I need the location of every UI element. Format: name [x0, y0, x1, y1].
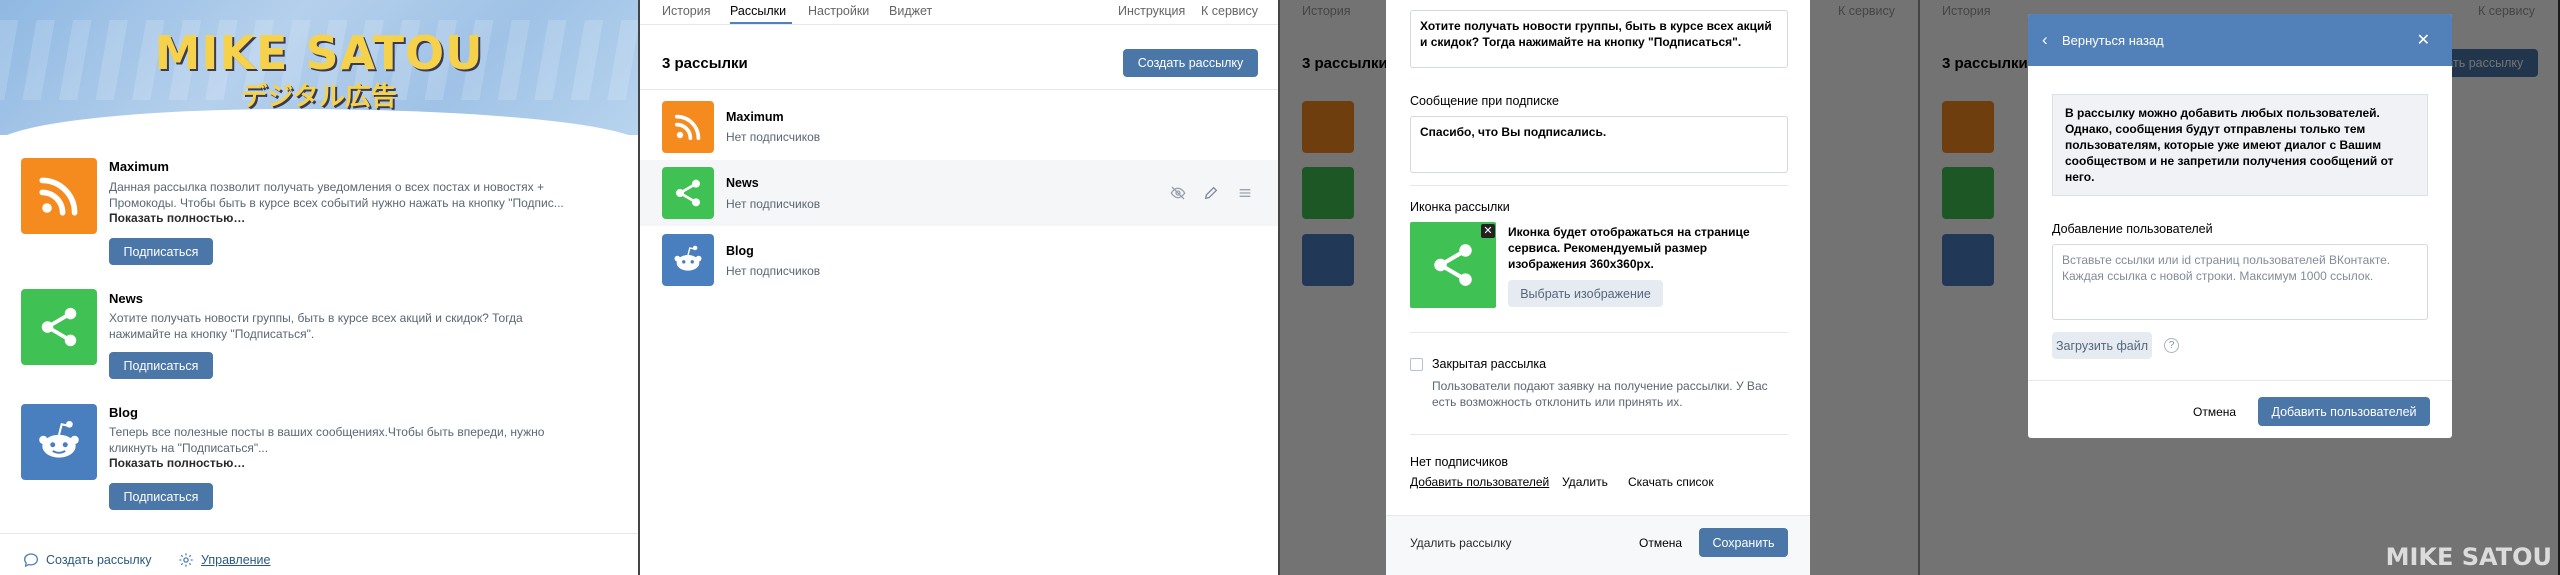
- list-desc: Данная рассылка позволит получать уведом…: [109, 180, 544, 194]
- show-more-link[interactable]: Показать полностью…: [109, 211, 245, 225]
- delete-link[interactable]: Удалить: [1562, 475, 1608, 489]
- remove-icon[interactable]: ✕: [1481, 224, 1495, 238]
- icon-label: Иконка рассылки: [1410, 200, 1510, 214]
- rss-icon: [662, 101, 714, 153]
- add-users-modal: ‹ Вернуться назад ✕ В рассылку можно доб…: [2028, 14, 2452, 438]
- tab-lists[interactable]: Рассылки: [730, 4, 786, 18]
- description-field[interactable]: Хотите получать новости группы, быть в к…: [1410, 10, 1788, 68]
- message-icon: [23, 553, 39, 568]
- list-desc: нажимайте на кнопку "Подписаться".: [109, 327, 315, 341]
- subscribe-button[interactable]: Подписаться: [109, 238, 213, 265]
- list-desc: кликнуть на "Подписаться"...: [109, 441, 269, 455]
- reddit-icon: [662, 234, 714, 286]
- banner-subtitle: デジタル広告: [241, 82, 397, 112]
- message-field[interactable]: Спасибо, что Вы подписались.: [1410, 116, 1788, 173]
- subs-status: Нет подписчиков: [1410, 455, 1509, 469]
- subscriber-count: Нет подписчиков: [726, 197, 821, 211]
- watermark-logo: MIKE SATOU: [2385, 543, 2552, 571]
- list-title[interactable]: News: [726, 176, 759, 190]
- add-users-label: Добавление пользователей: [2052, 222, 2213, 236]
- list-title: Maximum: [109, 159, 169, 174]
- back-arrow-icon[interactable]: ‹: [2042, 31, 2048, 48]
- create-list-link[interactable]: Создать рассылку: [23, 552, 152, 568]
- rss-icon: [21, 158, 97, 234]
- add-users-link[interactable]: Добавить пользователей: [1410, 475, 1549, 489]
- reddit-icon: [21, 404, 97, 480]
- subscriber-count: Нет подписчиков: [726, 264, 821, 278]
- add-users-panel: История К сервису 3 рассылки Создать рас…: [1920, 0, 2558, 575]
- create-list-label: Создать рассылку: [46, 553, 152, 567]
- edit-icon[interactable]: [1203, 185, 1219, 201]
- list-title[interactable]: Maximum: [726, 110, 784, 124]
- gear-icon: [179, 553, 193, 567]
- list-desc: Промокоды. Чтобы быть в курсе всех событ…: [109, 196, 564, 210]
- download-list-link[interactable]: Скачать список: [1628, 475, 1714, 489]
- banner-title: MIKE SATOU: [154, 26, 484, 80]
- show-more-link[interactable]: Показать полностью…: [109, 456, 245, 470]
- banner-image: MIKE SATOU デジタル広告: [0, 0, 638, 135]
- cancel-button[interactable]: Отмена: [2193, 405, 2236, 419]
- tab-widget[interactable]: Виджет: [889, 4, 932, 18]
- list-title: Blog: [109, 405, 138, 420]
- closed-hint: Пользователи подают заявку на получение …: [1432, 379, 1768, 409]
- edit-modal: Хотите получать новости группы, быть в к…: [1386, 0, 1810, 575]
- info-box: В рассылку можно добавить любых пользова…: [2052, 94, 2428, 196]
- hide-icon[interactable]: [1170, 185, 1186, 201]
- tab-history[interactable]: История: [662, 4, 710, 18]
- delete-list-link[interactable]: Удалить рассылку: [1410, 536, 1512, 550]
- help-icon[interactable]: ?: [2164, 338, 2179, 353]
- instruction-link[interactable]: Инструкция: [1118, 4, 1185, 18]
- close-icon[interactable]: ✕: [2417, 30, 2430, 50]
- share-icon: [662, 167, 714, 219]
- tab-settings[interactable]: Настройки: [808, 4, 869, 18]
- back-link[interactable]: Вернуться назад: [2062, 33, 2164, 48]
- closed-label: Закрытая рассылка: [1432, 357, 1547, 371]
- users-textarea[interactable]: Вставьте ссылки или id страниц пользоват…: [2052, 244, 2428, 320]
- icon-hint: Иконка будет отображаться на странице се…: [1508, 225, 1750, 271]
- list-title[interactable]: Blog: [726, 244, 754, 258]
- save-button[interactable]: Сохранить: [1699, 528, 1788, 557]
- manage-link[interactable]: Управление: [178, 552, 271, 568]
- manage-label: Управление: [201, 553, 271, 567]
- share-icon: [21, 289, 97, 365]
- closed-checkbox[interactable]: [1410, 358, 1423, 371]
- widget-panel: MIKE SATOU デジタル広告 Maximum Данная рассылк…: [0, 0, 638, 575]
- list-count: 3 рассылки: [662, 55, 748, 72]
- edit-panel: История К сервису 3 рассылки Хотите полу…: [1280, 0, 1918, 575]
- add-users-button[interactable]: Добавить пользователей: [2258, 397, 2430, 426]
- cancel-button[interactable]: Отмена: [1639, 536, 1682, 550]
- drag-handle-icon[interactable]: [1237, 185, 1253, 201]
- message-label: Сообщение при подписке: [1410, 94, 1559, 108]
- list-title: News: [109, 291, 143, 306]
- subscriber-count: Нет подписчиков: [726, 130, 821, 144]
- list-desc: Хотите получать новости группы, быть в к…: [109, 311, 523, 325]
- subscribe-button[interactable]: Подписаться: [109, 352, 213, 379]
- upload-file-button[interactable]: Загрузить файл: [2052, 332, 2152, 359]
- admin-panel: История Рассылки Настройки Виджет Инстру…: [640, 0, 1278, 575]
- choose-image-button[interactable]: Выбрать изображение: [1508, 280, 1663, 307]
- list-desc: Теперь все полезные посты в ваших сообще…: [109, 425, 545, 439]
- create-list-button[interactable]: Создать рассылку: [1123, 49, 1258, 77]
- to-service-link[interactable]: К сервису: [1201, 4, 1258, 18]
- subscribe-button[interactable]: Подписаться: [109, 483, 213, 510]
